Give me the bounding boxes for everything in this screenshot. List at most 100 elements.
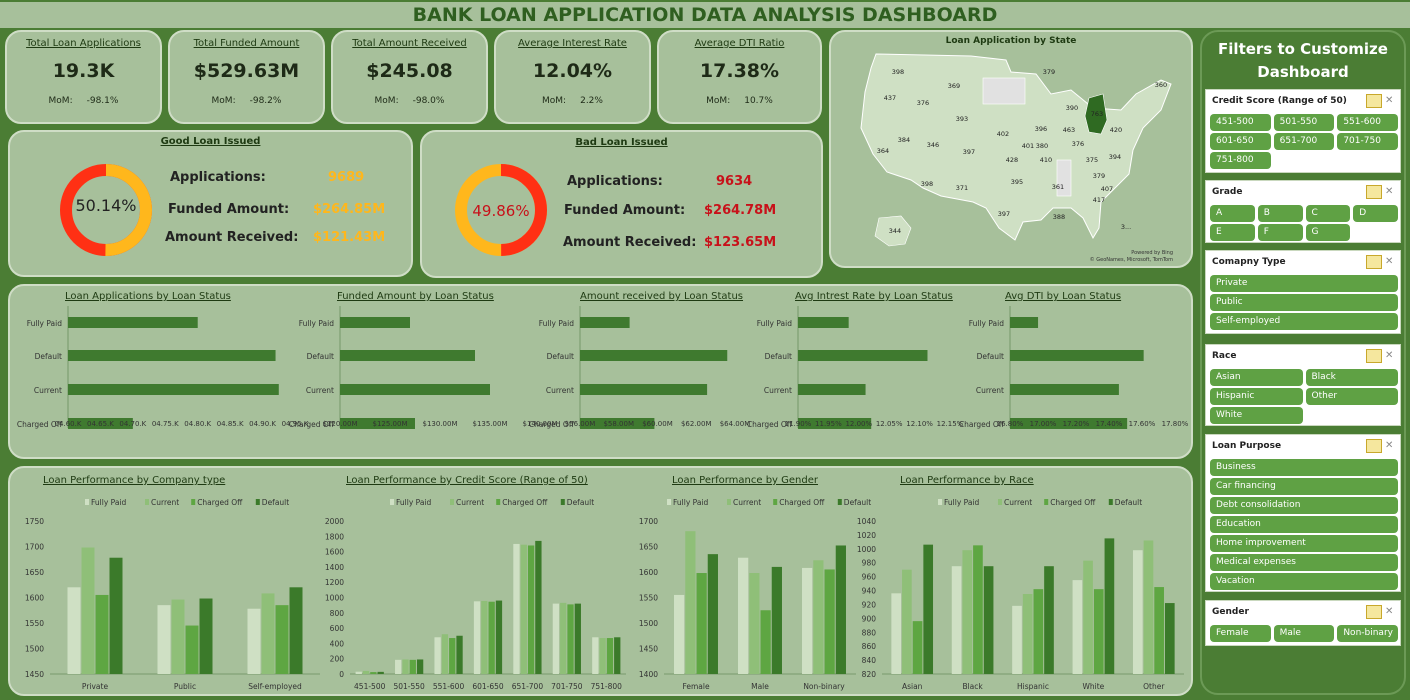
legend-swatch [727,499,731,505]
perf-bar [513,543,520,674]
legend-swatch [938,499,942,505]
map-state-label: 376 [917,99,929,107]
perf-bar [449,638,456,674]
clear-filter-icon[interactable]: ✕ [1385,350,1397,362]
clear-filter-icon[interactable]: ✕ [1385,606,1397,618]
perf-y-tick: 940 [862,587,877,596]
clear-filter-icon[interactable]: ✕ [1385,95,1397,107]
clear-filter-icon[interactable]: ✕ [1385,256,1397,268]
multi-select-icon[interactable] [1366,605,1382,619]
multi-select-icon[interactable] [1366,439,1382,453]
multi-select-icon[interactable] [1366,94,1382,108]
slicer-item[interactable]: Public [1210,294,1398,311]
status-bar [340,317,410,328]
map-state-label: 763 [1091,110,1103,118]
loan-status-panel: Loan Applications by Loan Status Fully Pa… [8,284,1193,459]
us-map[interactable]: 360 398 369 379 437 390 376 763 393 402 396 463 420 3… [831,32,1191,266]
status-bar [580,384,708,395]
status-tick-label: 11.90% [785,420,812,428]
slicer-item[interactable]: Business [1210,459,1398,476]
status-tick-label: 04.65.K [87,420,114,428]
slicer-item[interactable]: Vacation [1210,573,1398,590]
good-loan-panel: Good Loan Issued 50.14% Applications: 96… [8,130,413,277]
slicer-item[interactable]: G [1305,224,1351,241]
slicer-header: Gender [1212,607,1249,617]
status-tick-label: 11.95% [815,420,842,428]
perf-y-tick: 980 [862,559,877,568]
good-value-applications: 9689 [328,170,365,185]
map-state-label: 371 [956,184,968,192]
perf-y-tick: 1550 [639,594,658,603]
perf-bar [1143,540,1154,674]
perf-bar [261,593,275,674]
slicer-item[interactable]: Education [1210,516,1398,533]
multi-select-icon[interactable] [1366,185,1382,199]
status-category-label: Current [976,386,1004,395]
multi-select-icon[interactable] [1366,255,1382,269]
slicer-item[interactable]: C [1305,205,1351,222]
perf-bar [95,594,109,674]
perf-bar [592,637,599,674]
perf-category-label: 451-500 [354,682,386,691]
slicer-item[interactable]: 751-800 [1210,152,1271,169]
slicer-item[interactable]: Medical expenses [1210,554,1398,571]
slicer-item[interactable]: Home improvement [1210,535,1398,552]
perf-bar [685,531,696,674]
status-tick-label: 12.10% [906,420,933,428]
slicer-item[interactable]: A [1210,205,1255,222]
status-bar [68,350,276,361]
slicer-item[interactable]: White [1210,407,1303,424]
perf-bar [923,544,934,674]
filters-panel: Filters to Customize Dashboard Credit Sc… [1200,30,1406,695]
slicer-item[interactable]: Male [1273,625,1335,642]
clear-filter-icon[interactable]: ✕ [1385,440,1397,452]
slicer-item[interactable]: F [1257,224,1303,241]
slicer-item[interactable]: D [1353,205,1398,222]
perf-y-tick: 1600 [639,568,658,577]
kpi-card-interest: Average Interest Rate 12.04% MoM: 2.2% [494,30,651,124]
map-state-label: 344 [889,227,901,235]
slicer-item[interactable]: Female [1210,625,1271,642]
slicer-item[interactable]: 451-500 [1210,114,1271,131]
perf-category-label: 751-800 [591,682,623,691]
perf-bar [567,604,574,674]
slicer-item[interactable]: Asian [1210,369,1303,386]
perf-y-tick: 800 [330,609,345,618]
map-state-label: 369 [948,82,960,90]
slicer-item[interactable]: E [1210,224,1255,241]
legend-label: Fully Paid [673,498,709,507]
slicer-item[interactable]: 651-700 [1273,133,1335,150]
slicer-item[interactable]: 501-550 [1273,114,1335,131]
status-tick-label: $64.00M [720,420,751,428]
slicer-item[interactable]: 601-650 [1210,133,1271,150]
slicer-item[interactable]: Private [1210,275,1398,292]
slicer-item[interactable]: Car financing [1210,478,1398,495]
perf-y-tick: 1200 [325,578,344,587]
slicer-item[interactable]: Self-employed [1210,313,1398,330]
status-bar [1010,350,1144,361]
kpi-value: $529.63M [193,60,300,82]
kpi-value: 12.04% [532,60,613,82]
perf-bar [951,566,962,674]
perf-category-label: Other [1143,682,1165,691]
slicer-item[interactable]: 551-600 [1337,114,1398,131]
slicer-item[interactable]: Black [1305,369,1398,386]
slicer-item[interactable]: 701-750 [1337,133,1398,150]
perf-bar [535,540,542,674]
status-tick-label: $125.00M [373,420,408,428]
perf-category-label: Non-binary [803,682,845,691]
slicer-item[interactable]: Non-binary [1337,625,1398,642]
status-bar [1010,384,1119,395]
slicer-item[interactable]: Other [1305,388,1398,405]
multi-select-icon[interactable] [1366,349,1382,363]
bad-label-funded: Funded Amount: [564,203,686,218]
status-category-label: Current [34,386,62,395]
clear-filter-icon[interactable]: ✕ [1385,186,1397,198]
legend-label: Fully Paid [91,498,127,507]
perf-bar [1132,550,1143,674]
slicer-item[interactable]: B [1257,205,1303,222]
perf-bar [983,566,994,674]
status-chart-title: Amount received by Loan Status [580,291,743,302]
slicer-item[interactable]: Debt consolidation [1210,497,1398,514]
slicer-item[interactable]: Hispanic [1210,388,1303,405]
